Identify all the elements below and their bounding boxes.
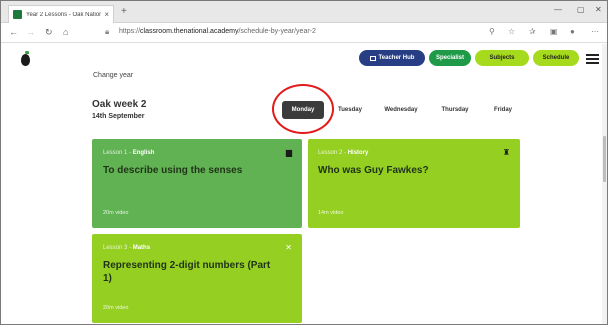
- lesson-duration: 20m video: [103, 210, 129, 216]
- teacher-hub-icon: [369, 55, 376, 61]
- favicon-icon: [13, 10, 22, 19]
- lesson-title: Representing 2-digit numbers (Part 1): [103, 260, 271, 284]
- calculator-icon: ✕: [285, 243, 292, 252]
- url-host: classroom.thenational.academy: [140, 28, 239, 35]
- page-scrollbar[interactable]: [602, 44, 607, 324]
- lesson-subject: English: [132, 150, 155, 156]
- lesson-number: Lesson 1: [103, 150, 128, 156]
- lesson-title: To describe using the senses: [103, 165, 243, 176]
- day-tab-tuesday[interactable]: Tuesday: [331, 101, 369, 119]
- lesson-label: Lesson 2 - History: [318, 150, 369, 156]
- lesson-subject: History: [347, 150, 369, 156]
- specialist-button[interactable]: Specialist: [429, 50, 471, 66]
- hamburger-menu-icon[interactable]: [586, 54, 599, 64]
- lock-icon: 🔒︎: [105, 27, 110, 36]
- page-content: Teacher Hub Specialist Subjects Schedule…: [1, 44, 607, 324]
- zoom-icon[interactable]: ⚲: [489, 27, 495, 36]
- lesson-title: Who was Guy Fawkes?: [318, 165, 429, 176]
- lesson-label: Lesson 1 - English: [103, 150, 155, 156]
- oak-logo-icon[interactable]: [21, 51, 30, 66]
- lesson-card-english[interactable]: Lesson 1 - English ▆ To describe using t…: [92, 139, 302, 228]
- lesson-duration: 20m video: [103, 305, 129, 311]
- tab-strip: Year 2 Lessons - Oak National A... × + —…: [1, 1, 607, 23]
- day-tab-wednesday[interactable]: Wednesday: [376, 101, 426, 119]
- new-tab-button[interactable]: +: [121, 6, 127, 17]
- browser-window: Year 2 Lessons - Oak National A... × + —…: [0, 0, 608, 325]
- url-scheme: https://: [119, 28, 141, 35]
- address-bar: ← → ↻ ⌂ 🔒︎ https://classroom.thenational…: [1, 23, 607, 43]
- tab-title: Year 2 Lessons - Oak National A...: [26, 11, 101, 18]
- lesson-card-history[interactable]: Lesson 2 - History ♜ Who was Guy Fawkes?…: [308, 139, 520, 228]
- forward-icon[interactable]: →: [26, 27, 35, 37]
- back-icon[interactable]: ←: [9, 27, 18, 37]
- lesson-card-maths[interactable]: Lesson 3 - Maths ✕ Representing 2-digit …: [92, 234, 302, 323]
- week-title: Oak week 2: [92, 99, 147, 110]
- refresh-icon[interactable]: ↻: [45, 27, 53, 38]
- favorite-star-icon[interactable]: ☆: [508, 27, 515, 36]
- lesson-label: Lesson 3 - Maths: [103, 245, 151, 251]
- day-tab-thursday[interactable]: Thursday: [433, 101, 477, 119]
- teacher-hub-button[interactable]: Teacher Hub: [359, 50, 425, 66]
- tab-close-icon[interactable]: ×: [104, 10, 109, 19]
- lesson-number: Lesson 2: [318, 150, 343, 156]
- profile-icon[interactable]: ●: [570, 27, 575, 36]
- maximize-icon[interactable]: ▢: [577, 5, 585, 14]
- subjects-button[interactable]: Subjects: [475, 50, 529, 66]
- url-path: /schedule-by-year/year-2: [238, 28, 316, 35]
- book-icon: ▆: [285, 148, 292, 157]
- more-icon[interactable]: ⋯: [591, 27, 599, 36]
- scroll-thumb[interactable]: [603, 136, 606, 182]
- home-icon[interactable]: ⌂: [63, 27, 68, 37]
- minimize-button[interactable]: —: [554, 5, 562, 14]
- lesson-subject: Maths: [132, 245, 151, 251]
- favorites-bar-icon[interactable]: ✰: [529, 27, 536, 36]
- browser-tab[interactable]: Year 2 Lessons - Oak National A... ×: [8, 5, 114, 23]
- lesson-number: Lesson 3: [103, 245, 128, 251]
- day-tab-monday[interactable]: Monday: [282, 101, 324, 119]
- day-tab-friday[interactable]: Friday: [485, 101, 521, 119]
- url-field[interactable]: https://classroom.thenational.academy/sc…: [119, 28, 316, 35]
- close-window-button[interactable]: ✕: [595, 5, 602, 14]
- week-date: 14th September: [92, 113, 145, 120]
- lesson-duration: 14m video: [318, 210, 344, 216]
- castle-icon: ♜: [502, 148, 510, 157]
- teacher-hub-label: Teacher Hub: [378, 55, 415, 61]
- change-year-link[interactable]: Change year: [93, 72, 133, 79]
- schedule-button[interactable]: Schedule: [533, 50, 579, 66]
- collections-icon[interactable]: ▣: [550, 27, 558, 36]
